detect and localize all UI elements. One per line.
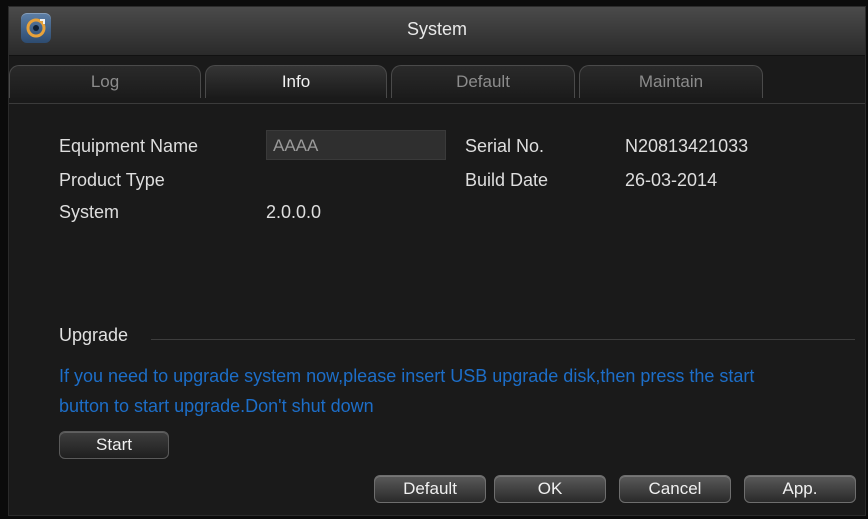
upgrade-section-title: Upgrade [59,325,129,345]
ok-button[interactable]: OK [494,475,606,503]
window-title: System [406,19,467,39]
tab-bar: Log Info Default Maintain [9,59,865,104]
tab-log[interactable]: Log [9,65,201,98]
start-upgrade-button[interactable]: Start [59,431,169,459]
info-panel: Equipment Name AAAA Product Type System … [9,103,865,515]
build-date-label: Build Date [465,170,549,190]
tab-info[interactable]: Info [205,65,387,98]
default-button-label: Default [403,479,457,498]
cancel-button[interactable]: Cancel [619,475,731,503]
tab-maintain-label: Maintain [638,72,704,91]
tab-log-label: Log [90,72,120,91]
start-button-label: Start [96,435,132,454]
upgrade-divider [151,339,855,340]
system-version-value: 2.0.0.0 [266,202,322,222]
system-window: System Log Info Default Maintain Equipme… [8,6,866,516]
product-type-label: Product Type [59,170,165,190]
serial-no-label: Serial No. [465,136,545,156]
tab-maintain[interactable]: Maintain [579,65,763,98]
system-label: System [59,202,120,222]
equipment-name-field[interactable]: AAAA [266,130,446,160]
tab-info-label: Info [281,72,311,91]
tab-default-label: Default [456,72,510,91]
apply-button[interactable]: App. [744,475,856,503]
title-bar: System [9,7,865,56]
cancel-button-label: Cancel [648,479,702,498]
apply-button-label: App. [782,479,818,498]
equipment-name-label: Equipment Name [59,136,199,156]
serial-no-value: N20813421033 [625,136,749,156]
ok-button-label: OK [537,479,563,498]
default-button[interactable]: Default [374,475,486,503]
tab-default[interactable]: Default [391,65,575,98]
build-date-value: 26-03-2014 [625,170,718,190]
upgrade-instructions: If you need to upgrade system now,please… [59,366,755,416]
